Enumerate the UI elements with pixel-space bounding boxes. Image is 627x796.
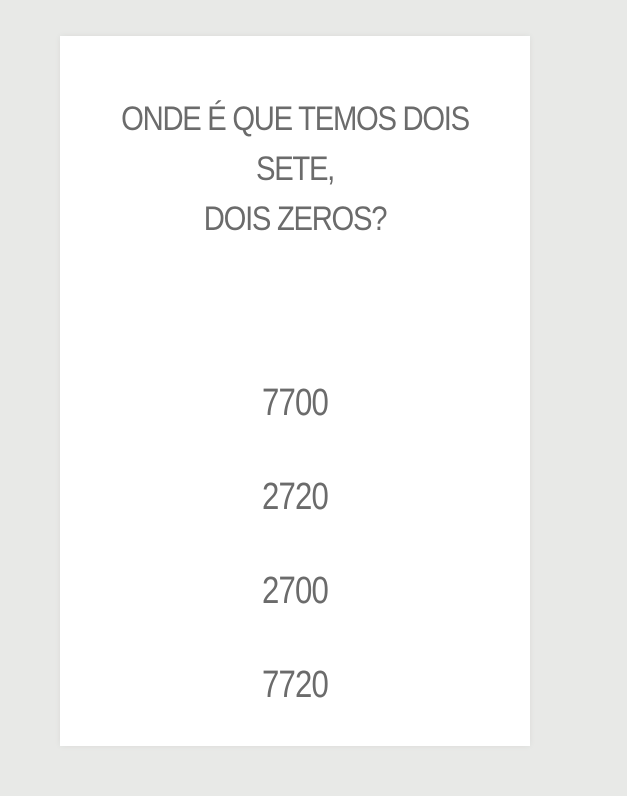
paper-sheet: ONDE É QUE TEMOS DOIS SETE, DOIS ZEROS? …: [60, 36, 530, 746]
question-text: ONDE É QUE TEMOS DOIS SETE, DOIS ZEROS?: [93, 94, 497, 244]
answer-option-3: 2700: [261, 570, 329, 612]
question-line-2: DOIS ZEROS?: [203, 200, 388, 238]
answer-options-list: 7700 2720 2700 7720: [60, 356, 530, 732]
answer-option-1: 7700: [261, 382, 329, 424]
answer-option-2: 2720: [261, 476, 329, 518]
answer-option-4: 7720: [261, 664, 329, 706]
question-line-1: ONDE É QUE TEMOS DOIS SETE,: [121, 100, 470, 188]
